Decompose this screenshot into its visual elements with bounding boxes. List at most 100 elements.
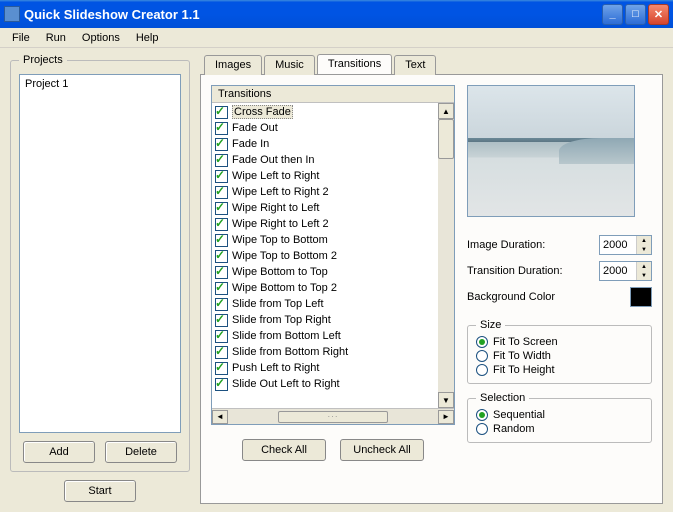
transitions-vscroll[interactable]: ▲ ▼ — [438, 103, 454, 408]
transition-label: Slide from Bottom Left — [232, 330, 341, 342]
spin-down-icon[interactable]: ▼ — [636, 271, 651, 280]
radio-sequential[interactable]: Sequential — [476, 408, 643, 422]
checkbox-icon[interactable] — [215, 314, 228, 327]
transition-item[interactable]: Slide from Bottom Left — [213, 328, 453, 344]
checkbox-icon[interactable] — [215, 330, 228, 343]
tab-music[interactable]: Music — [264, 55, 315, 75]
scroll-thumb-h[interactable]: ··· — [278, 411, 388, 423]
add-button[interactable]: Add — [23, 441, 95, 463]
transitions-hscroll[interactable]: ◄ ··· ► — [212, 408, 454, 424]
transition-item[interactable]: Wipe Right to Left 2 — [213, 216, 453, 232]
transition-label: Slide from Top Left — [232, 298, 324, 310]
transition-item[interactable]: Wipe Top to Bottom 2 — [213, 248, 453, 264]
radio-fit-height[interactable]: Fit To Height — [476, 363, 643, 377]
transition-item[interactable]: Slide from Bottom Right — [213, 344, 453, 360]
transition-item[interactable]: Wipe Left to Right 2 — [213, 184, 453, 200]
checkbox-icon[interactable] — [215, 250, 228, 263]
checkbox-icon[interactable] — [215, 138, 228, 151]
menu-run[interactable]: Run — [38, 30, 74, 46]
transition-label: Wipe Right to Left — [232, 202, 319, 214]
projects-legend: Projects — [19, 54, 67, 66]
size-group: Size Fit To Screen Fit To Width Fit To H… — [467, 319, 652, 384]
scroll-thumb[interactable] — [438, 119, 454, 159]
project-item[interactable]: Project 1 — [22, 77, 178, 91]
transition-item[interactable]: Wipe Bottom to Top 2 — [213, 280, 453, 296]
scroll-right-icon[interactable]: ► — [438, 410, 454, 424]
radio-fit-screen[interactable]: Fit To Screen — [476, 335, 643, 349]
checkbox-icon[interactable] — [215, 362, 228, 375]
menu-help[interactable]: Help — [128, 30, 167, 46]
radio-label: Fit To Width — [493, 350, 551, 362]
transition-item[interactable]: Wipe Left to Right — [213, 168, 453, 184]
transition-label: Slide Out Left to Right — [232, 378, 340, 390]
checkbox-icon[interactable] — [215, 154, 228, 167]
menu-file[interactable]: File — [4, 30, 38, 46]
tabs: Images Music Transitions Text — [204, 54, 663, 74]
transition-item[interactable]: Wipe Right to Left — [213, 200, 453, 216]
transition-label: Fade Out then In — [232, 154, 315, 166]
delete-button[interactable]: Delete — [105, 441, 177, 463]
transition-label: Wipe Bottom to Top 2 — [232, 282, 337, 294]
tab-transitions[interactable]: Transitions — [317, 54, 392, 74]
transition-item[interactable]: Fade Out — [213, 120, 453, 136]
transition-item[interactable]: Slide from Top Right — [213, 312, 453, 328]
uncheck-all-button[interactable]: Uncheck All — [340, 439, 424, 461]
close-button[interactable]: ✕ — [648, 4, 669, 25]
transition-label: Fade Out — [232, 122, 278, 134]
projects-list[interactable]: Project 1 — [19, 74, 181, 433]
scroll-left-icon[interactable]: ◄ — [212, 410, 228, 424]
tab-text[interactable]: Text — [394, 55, 436, 75]
selection-legend: Selection — [476, 392, 529, 404]
transition-item[interactable]: Fade Out then In — [213, 152, 453, 168]
transitions-column-header[interactable]: Transitions — [218, 88, 271, 100]
start-button[interactable]: Start — [64, 480, 136, 502]
checkbox-icon[interactable] — [215, 122, 228, 135]
transition-label: Fade In — [232, 138, 269, 150]
background-color-swatch[interactable] — [630, 287, 652, 307]
checkbox-icon[interactable] — [215, 282, 228, 295]
checkbox-icon[interactable] — [215, 378, 228, 391]
checkbox-icon[interactable] — [215, 346, 228, 359]
transition-label: Wipe Left to Right 2 — [232, 186, 329, 198]
transition-item[interactable]: Slide from Top Left — [213, 296, 453, 312]
radio-random[interactable]: Random — [476, 422, 643, 436]
check-all-button[interactable]: Check All — [242, 439, 326, 461]
tab-images[interactable]: Images — [204, 55, 262, 75]
radio-icon — [476, 364, 488, 376]
radio-label: Sequential — [493, 409, 545, 421]
scroll-up-icon[interactable]: ▲ — [438, 103, 454, 119]
radio-icon — [476, 350, 488, 362]
menubar: File Run Options Help — [0, 28, 673, 48]
radio-icon — [476, 423, 488, 435]
minimize-button[interactable]: _ — [602, 4, 623, 25]
scroll-down-icon[interactable]: ▼ — [438, 392, 454, 408]
checkbox-icon[interactable] — [215, 298, 228, 311]
transition-item[interactable]: Wipe Top to Bottom — [213, 232, 453, 248]
transition-item[interactable]: Fade In — [213, 136, 453, 152]
checkbox-icon[interactable] — [215, 266, 228, 279]
transition-item[interactable]: Cross Fade — [213, 104, 453, 120]
transition-duration-field[interactable] — [600, 262, 636, 280]
transition-item[interactable]: Push Left to Right — [213, 360, 453, 376]
radio-label: Random — [493, 423, 535, 435]
transition-item[interactable]: Wipe Bottom to Top — [213, 264, 453, 280]
transition-item[interactable]: Slide Out Left to Right — [213, 376, 453, 392]
checkbox-icon[interactable] — [215, 186, 228, 199]
image-duration-field[interactable] — [600, 236, 636, 254]
menu-options[interactable]: Options — [74, 30, 128, 46]
transition-duration-input[interactable]: ▲ ▼ — [599, 261, 652, 281]
checkbox-icon[interactable] — [215, 218, 228, 231]
maximize-button[interactable]: □ — [625, 4, 646, 25]
image-duration-input[interactable]: ▲ ▼ — [599, 235, 652, 255]
transition-duration-label: Transition Duration: — [467, 265, 563, 277]
preview-image — [467, 85, 635, 217]
checkbox-icon[interactable] — [215, 202, 228, 215]
spin-down-icon[interactable]: ▼ — [636, 245, 651, 254]
checkbox-icon[interactable] — [215, 170, 228, 183]
checkbox-icon[interactable] — [215, 234, 228, 247]
transitions-list: Transitions Cross Fade Fade Out Fade In Fad… — [211, 85, 455, 425]
spin-up-icon[interactable]: ▲ — [636, 236, 651, 245]
radio-fit-width[interactable]: Fit To Width — [476, 349, 643, 363]
checkbox-icon[interactable] — [215, 106, 228, 119]
spin-up-icon[interactable]: ▲ — [636, 262, 651, 271]
